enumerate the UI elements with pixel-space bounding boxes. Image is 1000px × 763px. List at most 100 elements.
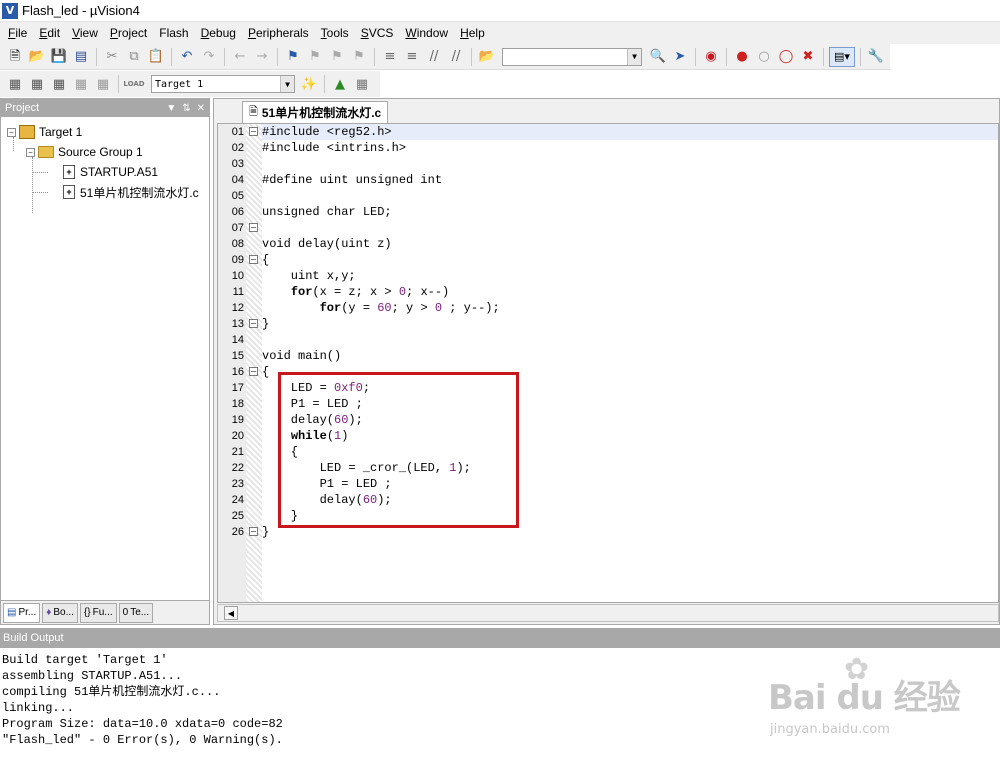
disable-breakpoint-icon[interactable]: ○ — [754, 47, 774, 67]
tab-books[interactable]: ♦ Bo... — [42, 602, 78, 623]
code-text: { — [262, 365, 270, 379]
manage-components-icon[interactable]: ▲ — [330, 74, 350, 94]
collapse-icon[interactable]: − — [7, 127, 16, 137]
save-all-icon[interactable]: ▤ — [71, 47, 91, 67]
fold-end-icon[interactable]: − — [249, 527, 258, 536]
comment-icon[interactable]: // — [424, 47, 444, 67]
toolbar-separator — [726, 47, 727, 66]
open-folder-icon[interactable]: 📂 — [27, 47, 47, 67]
download-icon[interactable]: LOAD — [123, 74, 145, 94]
debug-session-icon[interactable]: ◉ — [701, 47, 721, 67]
target-select[interactable]: Target 1 ▼ — [151, 75, 295, 93]
chevron-down-icon[interactable]: ▼ — [280, 76, 294, 92]
chevron-down-icon[interactable]: ▼ — [627, 48, 641, 65]
indent-icon[interactable]: ≡ — [380, 47, 400, 67]
pin-icon[interactable]: ⇅ — [182, 103, 190, 114]
paste-icon[interactable]: 📋 — [146, 47, 166, 67]
tree-item-file[interactable]: + STARTUP.A51 — [63, 163, 158, 181]
menu-svcs[interactable]: SVCS — [355, 23, 400, 43]
incremental-find-icon[interactable]: ➤ — [670, 47, 690, 67]
line-number: 25 — [231, 510, 244, 522]
fold-collapse-icon[interactable]: − — [249, 367, 258, 376]
tree-item-file[interactable]: + 51单片机控制流水灯.c — [63, 183, 199, 201]
code-line: 01− #include <reg52.h> — [218, 124, 998, 140]
menu-window[interactable]: Window — [399, 23, 454, 43]
save-icon[interactable]: 💾 — [49, 47, 69, 67]
stop-build-icon[interactable]: ▦ — [93, 74, 113, 94]
fold-end-icon[interactable]: − — [249, 319, 258, 328]
copy-icon[interactable]: ⧉ — [124, 47, 144, 67]
fold-collapse-icon[interactable]: − — [249, 255, 258, 264]
batch-build-icon[interactable]: ▦ — [71, 74, 91, 94]
fold-end-icon[interactable]: − — [249, 223, 258, 232]
new-file-icon[interactable]: 🗎 — [5, 47, 25, 67]
kill-all-breakpoints-icon[interactable]: ✖ — [798, 47, 818, 67]
code-text: uint x,y; — [262, 269, 356, 283]
code-text: for(x = z; x > 0; x--) — [290, 285, 450, 299]
tab-label: Fu... — [92, 607, 113, 618]
toolbar-separator — [171, 47, 172, 66]
tab-functions[interactable]: {} Fu... — [79, 602, 117, 623]
tab-label: Pr... — [18, 607, 37, 618]
code-line: 10 uint x,y; — [218, 268, 998, 284]
line-number: 16 — [231, 366, 244, 378]
collapse-icon[interactable]: − — [26, 147, 35, 157]
find-icon[interactable]: 🔍 — [648, 47, 668, 67]
toolbar-separator — [324, 75, 325, 93]
code-line: 11 for(x = z; x > 0; x--) — [218, 284, 998, 300]
code-text: } — [262, 317, 270, 331]
select-packs-icon[interactable]: ▦ — [352, 74, 372, 94]
prev-bookmark-icon[interactable]: ⚑ — [305, 47, 325, 67]
horizontal-scrollbar[interactable]: ◀ — [217, 604, 999, 622]
menu-flash[interactable]: Flash — [153, 23, 194, 43]
rebuild-icon[interactable]: ▦ — [49, 74, 69, 94]
menu-view[interactable]: View — [66, 23, 104, 43]
disable-all-breakpoints-icon[interactable]: ◯ — [776, 47, 796, 67]
find-combo[interactable]: ▼ — [502, 47, 642, 66]
menu-peripherals[interactable]: Peripherals — [242, 23, 315, 43]
menu-edit[interactable]: Edit — [33, 23, 66, 43]
line-number: 15 — [231, 350, 244, 362]
code-line: 03 — [218, 156, 998, 172]
undo-icon[interactable]: ↶ — [177, 47, 197, 67]
redo-icon[interactable]: ↷ — [199, 47, 219, 67]
close-icon[interactable]: ✕ — [197, 103, 205, 114]
fold-collapse-icon[interactable]: − — [249, 127, 258, 136]
navigate-forward-icon[interactable]: → — [252, 47, 272, 67]
scroll-left-icon[interactable]: ◀ — [224, 606, 238, 620]
editor-tab-active[interactable]: 🗎 51单片机控制流水灯.c — [242, 101, 389, 123]
configure-icon[interactable]: 🔧 — [866, 47, 886, 67]
tree-item-source-group[interactable]: − Source Group 1 — [26, 143, 143, 161]
tree-item-target[interactable]: − Target 1 — [7, 123, 82, 141]
tab-project[interactable]: ▤ Pr... — [3, 602, 41, 623]
menu-help[interactable]: Help — [454, 23, 491, 43]
target-options-icon[interactable]: ✨ — [299, 74, 319, 94]
panel-menu-icon[interactable]: ▼ — [166, 103, 176, 114]
uncomment-icon[interactable]: // — [446, 47, 466, 67]
window-layout-icon[interactable]: ▤▾ — [829, 46, 855, 67]
breakpoint-icon[interactable]: ● — [732, 47, 752, 67]
code-line: 12 for(y = 60; y > 0 ; y--); — [218, 300, 998, 316]
line-number: 23 — [231, 478, 244, 490]
navigate-back-icon[interactable]: ← — [230, 47, 250, 67]
translate-icon[interactable]: ▦ — [5, 74, 25, 94]
project-panel-tabs: ▤ Pr... ♦ Bo... {} Fu... 0 Te... — [1, 600, 209, 624]
menu-project[interactable]: Project — [104, 23, 153, 43]
toolbar-separator — [695, 47, 696, 66]
line-number: 11 — [232, 286, 244, 298]
menu-file[interactable]: File — [2, 23, 33, 43]
bookmark-icon[interactable]: ⚑ — [283, 47, 303, 67]
menu-tools[interactable]: Tools — [315, 23, 355, 43]
code-editor[interactable]: 01− #include <reg52.h> 02 #include <intrins… — [217, 123, 999, 603]
line-number: 12 — [231, 302, 244, 314]
clear-bookmarks-icon[interactable]: ⚑ — [349, 47, 369, 67]
menu-debug[interactable]: Debug — [195, 23, 242, 43]
title-bar: V Flash_led - µVision4 — [0, 0, 1000, 22]
load-label: LOAD — [123, 79, 145, 88]
tab-templates[interactable]: 0 Te... — [118, 602, 154, 623]
next-bookmark-icon[interactable]: ⚑ — [327, 47, 347, 67]
find-in-files-icon[interactable]: 📂 — [477, 47, 497, 67]
build-icon[interactable]: ▦ — [27, 74, 47, 94]
unindent-icon[interactable]: ≡ — [402, 47, 422, 67]
cut-icon[interactable]: ✂ — [102, 47, 122, 67]
